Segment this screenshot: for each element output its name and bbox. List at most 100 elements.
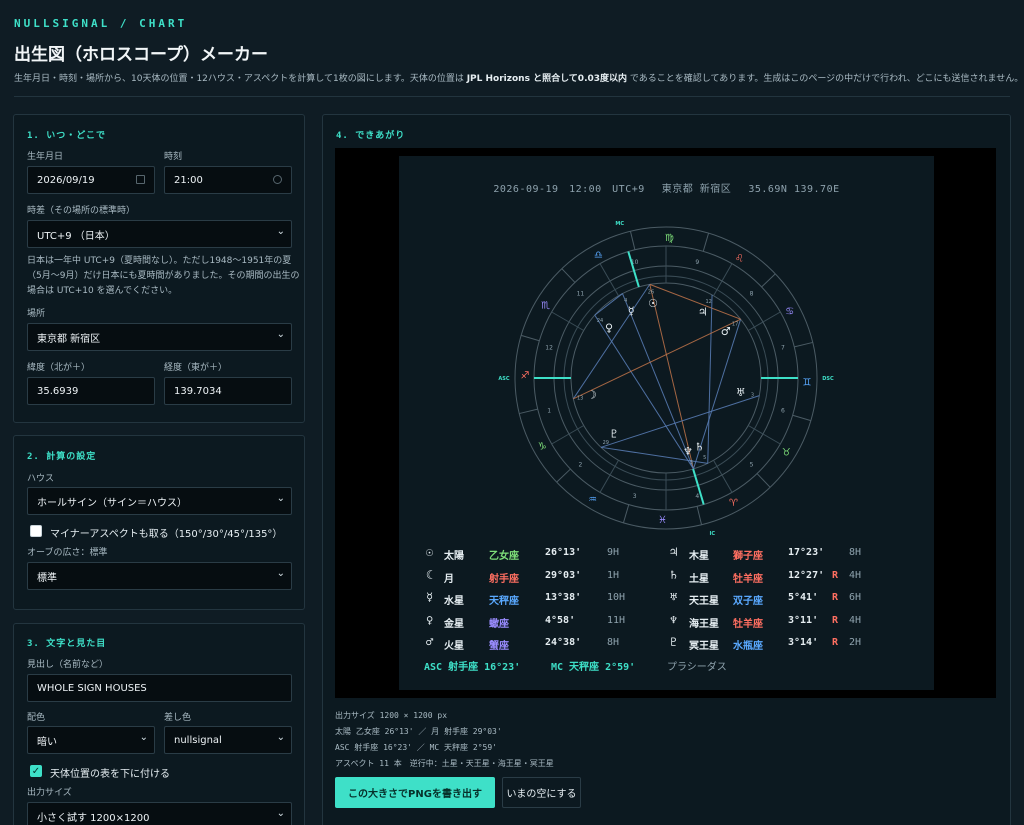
planet-degree-label: 26 bbox=[648, 289, 654, 295]
summary-sun-moon: 太陽 乙女座 26°13' ／ 月 射手座 29°03' bbox=[335, 727, 502, 736]
planet-glyph-icon: ☽ bbox=[587, 389, 597, 402]
zodiac-sign-icon: ♍ bbox=[665, 233, 674, 244]
planet-sign: 射手座 bbox=[489, 573, 519, 585]
planet-degree: 4°58' bbox=[545, 614, 576, 626]
asc-label: ASC bbox=[498, 376, 509, 382]
export-png-button[interactable]: この大きさでPNGを書き出す bbox=[335, 777, 495, 808]
sign-divider bbox=[696, 506, 703, 525]
zodiac-sign-icon: ♓ bbox=[658, 515, 667, 526]
sign-divider bbox=[756, 473, 771, 488]
planet-sign: 水瓶座 bbox=[733, 641, 763, 652]
sign-divider bbox=[792, 414, 812, 422]
page-title: 出生図（ホロスコープ）メーカー bbox=[14, 45, 268, 65]
planet-degree-label: 13 bbox=[577, 395, 583, 401]
house-divider bbox=[748, 425, 781, 445]
accent-select[interactable]: nullsignal ⌄ bbox=[164, 726, 292, 754]
planet-glyph-icon: ♅ bbox=[670, 590, 678, 604]
aspect-line bbox=[600, 395, 760, 448]
planet-glyph-icon: ♀ bbox=[605, 322, 613, 335]
panel-title: 1. いつ・どこで bbox=[27, 131, 106, 141]
mc-label: MC bbox=[615, 221, 624, 227]
planet-degree-label: 24 bbox=[597, 318, 603, 324]
house-number: 2 bbox=[579, 462, 583, 469]
planet-house: 8H bbox=[607, 637, 620, 648]
chevron-down-icon: ⌄ bbox=[276, 568, 285, 579]
house-divider bbox=[599, 460, 619, 493]
chevron-down-icon: ⌄ bbox=[276, 329, 285, 340]
panel-calc-settings: 2. 計算の設定 ハウス ホールサイン（サイン＝ハウス） ⌄ マイナーアスペクトも… bbox=[13, 435, 305, 610]
calendar-icon[interactable] bbox=[136, 175, 145, 184]
planet-glyph-icon: ♄ bbox=[694, 440, 704, 453]
chevron-down-icon: ⌄ bbox=[276, 808, 285, 819]
zodiac-sign-icon: ♈ bbox=[729, 498, 738, 509]
planet-degree: 3°11' bbox=[788, 614, 819, 626]
zodiac-sign-icon: ♒ bbox=[588, 494, 597, 505]
planet-degree-label: 12 bbox=[705, 299, 711, 305]
planet-glyph-icon: ♂ bbox=[721, 325, 731, 338]
scheme-select[interactable]: 暗い ⌄ bbox=[27, 726, 155, 754]
planet-name: 金星 bbox=[444, 618, 464, 630]
longitude-input[interactable]: 139.7034 bbox=[164, 377, 292, 405]
table-checkbox-label[interactable]: 天体位置の表を下に付ける bbox=[50, 765, 170, 780]
use-current-sky-button[interactable]: いまの空にする bbox=[502, 777, 581, 808]
planet-sign: 乙女座 bbox=[489, 551, 519, 562]
planet-house: 9H bbox=[607, 547, 620, 558]
planet-name: 木星 bbox=[689, 551, 709, 562]
panel-title: 3. 文字と見た目 bbox=[27, 639, 107, 649]
house-number: 7 bbox=[781, 345, 785, 352]
planet-degree: 12°27' bbox=[788, 569, 825, 581]
time-input[interactable]: 21:00 bbox=[164, 166, 292, 194]
clock-icon[interactable] bbox=[273, 175, 282, 184]
zodiac-sign-icon: ♎ bbox=[594, 250, 603, 261]
planet-glyph-icon: ♇ bbox=[670, 635, 678, 649]
chevron-down-icon: ⌄ bbox=[276, 732, 285, 743]
zodiac-sign-icon: ♑ bbox=[538, 442, 547, 453]
planet-glyph-icon: ♇ bbox=[609, 427, 619, 440]
planet-degree: 29°03' bbox=[545, 569, 582, 581]
planet-name: 天王星 bbox=[689, 596, 719, 607]
planet-house: 8H bbox=[849, 547, 862, 558]
intro-text: 生年月日・時刻・場所から、10天体の位置・12ハウス・アスペクトを計算して1枚の… bbox=[14, 74, 1024, 84]
house-number: 3 bbox=[633, 493, 637, 500]
heading-input[interactable]: WHOLE SIGN HOUSES bbox=[27, 674, 292, 702]
sign-divider bbox=[622, 504, 630, 524]
timezone-select[interactable]: UTC+9 （日本） ⌄ bbox=[27, 220, 292, 248]
panel-title: 4. できあがり bbox=[336, 131, 406, 141]
house-divider bbox=[713, 460, 733, 493]
orb-select[interactable]: 標準 ⌄ bbox=[27, 562, 292, 590]
aspect-line bbox=[594, 314, 694, 470]
panel-text-appearance: 3. 文字と見た目 見出し（名前など） WHOLE SIGN HOUSES 配色… bbox=[13, 623, 305, 825]
ic-label: IC bbox=[710, 531, 716, 537]
planet-degree: 24°38' bbox=[545, 637, 582, 648]
size-label: 出力サイズ bbox=[27, 788, 72, 798]
sign-divider bbox=[702, 232, 710, 252]
house-system-label: プラシーダス bbox=[667, 662, 727, 673]
house-divider bbox=[748, 311, 781, 331]
planet-glyph-icon: ☿ bbox=[426, 590, 434, 604]
planet-glyph-icon: ☿ bbox=[628, 304, 635, 317]
sign-divider bbox=[556, 468, 571, 483]
summary-asc-mc: ASC 射手座 16°23' ／ MC 天秤座 2°59' bbox=[335, 743, 497, 752]
planet-glyph-icon: ♂ bbox=[426, 635, 434, 649]
planet-name: 月 bbox=[444, 573, 454, 585]
zodiac-sign-icon: ♐ bbox=[521, 371, 530, 382]
summary-size: 出力サイズ 1200 × 1200 px bbox=[335, 711, 448, 720]
planet-house: 4H bbox=[849, 614, 862, 626]
planet-name: 水星 bbox=[444, 596, 464, 607]
planet-degree-label: 17 bbox=[732, 322, 738, 328]
minor-aspect-label[interactable]: マイナーアスペクトも取る（150°/30°/45°/135°） bbox=[50, 525, 282, 540]
size-select[interactable]: 小さく試す 1200×1200 ⌄ bbox=[27, 802, 292, 825]
table-checkbox[interactable]: ✓ bbox=[30, 765, 42, 777]
planet-house: 11H bbox=[607, 614, 626, 626]
planet-house: 1H bbox=[607, 569, 620, 581]
retrograde-marker: R bbox=[832, 637, 839, 648]
house-number: 5 bbox=[750, 462, 754, 469]
latitude-label: 緯度（北が＋） bbox=[27, 363, 91, 373]
latitude-input[interactable]: 35.6939 bbox=[27, 377, 155, 405]
minor-aspect-checkbox[interactable] bbox=[30, 525, 42, 537]
place-select[interactable]: 東京都 新宿区 ⌄ bbox=[27, 323, 292, 351]
mc-summary: MC 天秤座 2°59' bbox=[551, 662, 636, 673]
date-input[interactable]: 2026/09/19 bbox=[27, 166, 155, 194]
house-select[interactable]: ホールサイン（サイン＝ハウス） ⌄ bbox=[27, 487, 292, 515]
planet-name: 冥王星 bbox=[689, 641, 719, 652]
